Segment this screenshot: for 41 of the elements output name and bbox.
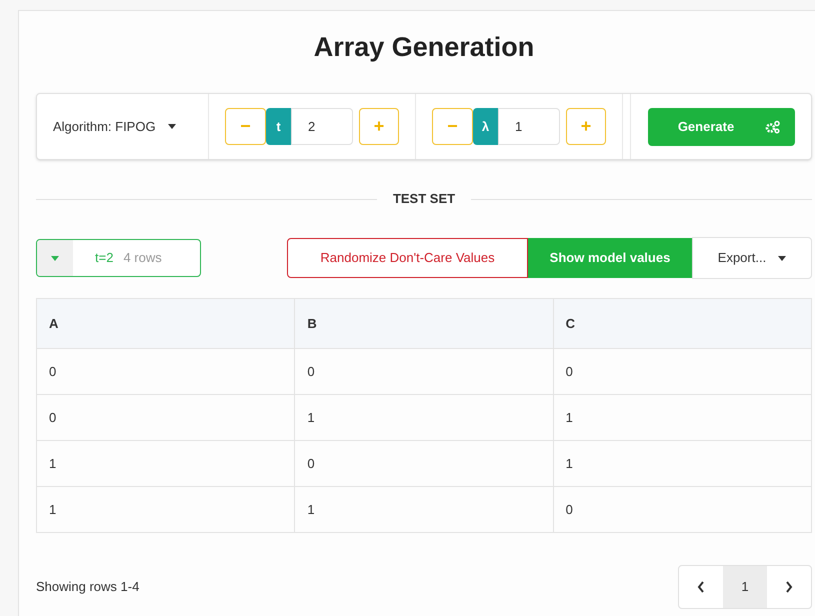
- table-cell: 1: [294, 486, 554, 532]
- chevron-left-icon: [697, 581, 705, 593]
- table-cell: 0: [294, 348, 554, 394]
- table-cell: 0: [36, 394, 295, 440]
- export-dropdown[interactable]: Export...: [692, 237, 812, 279]
- table-cell: 1: [553, 440, 812, 486]
- caret-icon: [51, 256, 59, 260]
- parameter-label: λ: [473, 108, 498, 145]
- column-header: A: [36, 298, 295, 348]
- strength-label: t=2: [95, 249, 114, 268]
- minus-button[interactable]: −: [432, 108, 473, 145]
- parameter-label: t: [266, 108, 291, 145]
- column-header: C: [553, 298, 812, 348]
- value-input[interactable]: 2: [291, 108, 353, 145]
- table-cell: 1: [553, 394, 812, 440]
- table-cell: 0: [294, 440, 554, 486]
- plus-button[interactable]: +: [359, 108, 399, 145]
- column-header: B: [294, 298, 554, 348]
- randomize-button[interactable]: Randomize Don't-Care Values: [287, 238, 528, 278]
- test-set-dropdown[interactable]: t=2 4 rows: [36, 239, 201, 277]
- table-cell: 1: [294, 394, 554, 440]
- caret-icon: [168, 124, 176, 129]
- chevron-right-icon: [785, 581, 793, 593]
- algorithm-dropdown[interactable]: Algorithm: FIPOG: [53, 116, 176, 136]
- row-count-text: Showing rows 1-4: [36, 578, 140, 596]
- table-cell: 1: [36, 486, 295, 532]
- generate-button[interactable]: Generate: [648, 108, 794, 146]
- plus-button[interactable]: +: [566, 108, 606, 145]
- gears-icon: [764, 120, 780, 134]
- value-input[interactable]: 1: [498, 108, 560, 145]
- table-cell: 0: [553, 348, 812, 394]
- page-button[interactable]: 1: [723, 566, 767, 608]
- section-heading: TEST SET: [392, 190, 456, 208]
- row-count-label: 4 rows: [123, 249, 162, 268]
- minus-button[interactable]: −: [225, 108, 266, 145]
- table-cell: 0: [36, 348, 295, 394]
- page-title: Array Generation: [312, 31, 536, 64]
- table-cell: 1: [36, 440, 295, 486]
- table-cell: 0: [553, 486, 812, 532]
- show-model-values-button[interactable]: Show model values: [528, 238, 692, 278]
- caret-icon: [778, 256, 786, 260]
